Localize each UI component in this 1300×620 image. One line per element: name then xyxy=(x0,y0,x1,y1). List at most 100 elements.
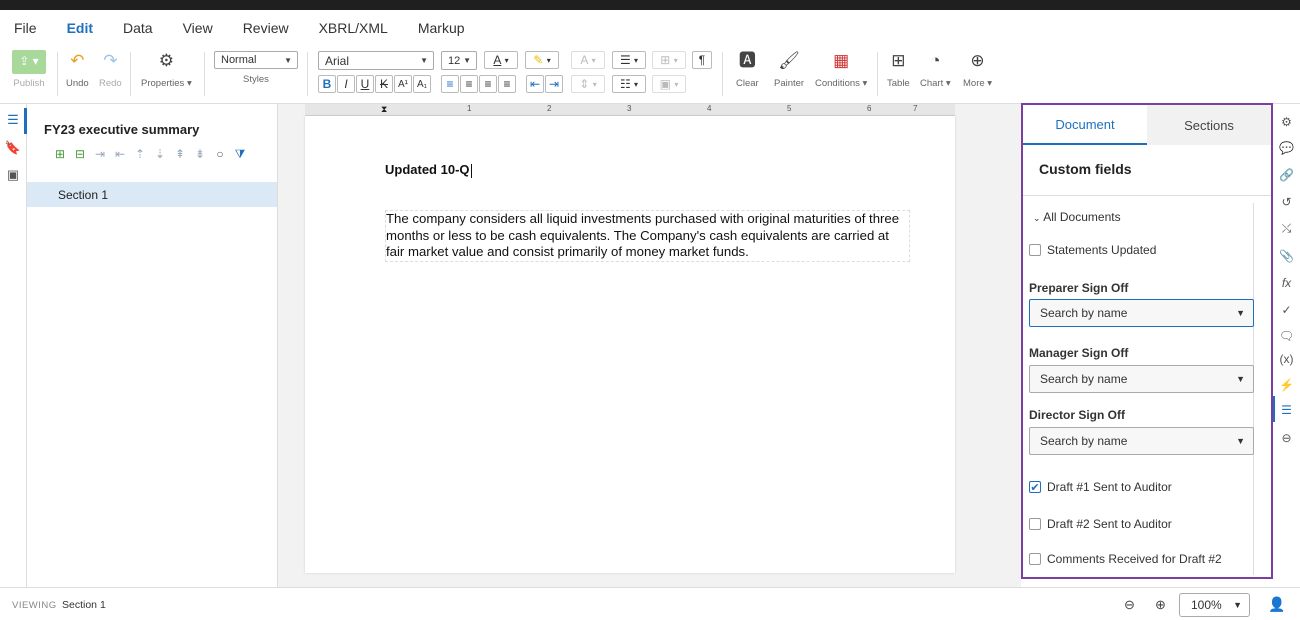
user-icon[interactable]: 👤 xyxy=(1268,596,1285,613)
properties-button[interactable]: ⚙ Properties ▾ xyxy=(141,50,192,89)
redo-icon: ↷ xyxy=(103,51,118,70)
bold-icon: B xyxy=(322,77,332,91)
settings-icon[interactable]: ⚙ xyxy=(1279,114,1294,129)
text-style-button[interactable]: A ▾ xyxy=(571,51,605,69)
indent-marker-icon[interactable]: ⧗ xyxy=(381,104,387,115)
align-center-button[interactable]: ≡ xyxy=(460,75,478,93)
ruler-tick: 2 xyxy=(547,104,552,113)
menu-file[interactable]: File xyxy=(14,20,37,36)
preparer-select[interactable]: Search by name ▼ xyxy=(1029,299,1254,327)
group-all-documents[interactable]: ⌄ All Documents xyxy=(1033,210,1121,224)
menu-data[interactable]: Data xyxy=(123,20,153,36)
link-icon[interactable]: 🔗 xyxy=(1279,167,1294,182)
circle-icon[interactable]: ○ xyxy=(213,147,227,161)
messages-icon[interactable]: 🗨 xyxy=(1279,328,1294,343)
align-left-button[interactable]: ≡ xyxy=(441,75,459,93)
subscript-button[interactable]: A₁ xyxy=(413,75,431,93)
history-icon[interactable]: ↺ xyxy=(1279,194,1294,209)
publish-button[interactable]: ⇪ ▾ Publish xyxy=(12,50,46,89)
bookmark-icon[interactable]: 🔖 xyxy=(5,140,21,156)
image-button[interactable]: ▣ ▾ xyxy=(652,75,686,93)
publish-icon: ⇪ ▾ xyxy=(12,50,46,74)
spacing-button[interactable]: ⇕ ▾ xyxy=(571,75,605,93)
manager-select[interactable]: Search by name ▼ xyxy=(1029,365,1254,393)
comment-icon[interactable]: 💬 xyxy=(1279,140,1294,155)
justify-button[interactable]: ≡ xyxy=(498,75,516,93)
chart-button[interactable]: ◔ Chart ▾ xyxy=(920,50,951,89)
font-select[interactable]: Arial ▼ xyxy=(318,51,434,70)
strikethrough-button[interactable]: K xyxy=(375,75,393,93)
draft2-row[interactable]: Draft #2 Sent to Auditor xyxy=(1029,517,1172,531)
font-color-button[interactable]: A ▾ xyxy=(484,51,518,69)
outdent-section-icon[interactable]: ⇤ xyxy=(113,147,127,161)
pilcrow-button[interactable]: ¶ xyxy=(692,51,712,69)
undo-button[interactable]: ↶ Undo xyxy=(66,50,89,89)
zoom-out-icon[interactable]: ⊖ xyxy=(1124,597,1135,613)
comments-row[interactable]: Comments Received for Draft #2 xyxy=(1029,552,1222,566)
style-select[interactable]: Normal ▼ xyxy=(214,51,298,69)
table-button[interactable]: ⊞ Table xyxy=(887,50,910,89)
font-size-select[interactable]: 12 ▼ xyxy=(441,51,477,70)
add-section-icon[interactable]: ⊞ xyxy=(53,147,67,161)
bullet-list-button[interactable]: ☰ ▾ xyxy=(612,51,646,69)
comment-heart-icon[interactable]: ▣ xyxy=(5,167,21,183)
indent-button[interactable]: ⇥ xyxy=(545,75,563,93)
draft2-checkbox[interactable] xyxy=(1029,518,1041,530)
zoom-in-icon[interactable]: ⊕ xyxy=(1155,597,1166,613)
draft1-checkbox[interactable]: ✔ xyxy=(1029,481,1041,494)
outdent-button[interactable]: ⇤ xyxy=(526,75,544,93)
filter-icon[interactable]: ⧩ xyxy=(233,147,247,161)
painter-button[interactable]: 🖌 Painter xyxy=(774,50,804,89)
comments-checkbox[interactable] xyxy=(1029,553,1041,565)
attachment-icon[interactable]: 📎 xyxy=(1279,248,1294,263)
clear-button[interactable]: 🅰 Clear xyxy=(736,50,759,89)
page-paragraph[interactable]: The company considers all liquid investm… xyxy=(385,210,910,262)
menu-edit[interactable]: Edit xyxy=(67,20,93,36)
outline-section-item[interactable]: Section 1 xyxy=(27,182,277,207)
superscript-button[interactable]: A¹ xyxy=(394,75,412,93)
statements-updated-row[interactable]: Statements Updated xyxy=(1029,243,1156,257)
tab-sections[interactable]: Sections xyxy=(1147,105,1271,145)
zoom-select[interactable]: 100% ▼ xyxy=(1179,593,1250,617)
variable-icon[interactable]: (x) xyxy=(1279,351,1294,366)
page-heading[interactable]: Updated 10-Q xyxy=(385,162,472,178)
document-page[interactable]: Updated 10-Q The company considers all l… xyxy=(305,116,955,573)
collapse-icon[interactable]: ⇞ xyxy=(173,147,187,161)
add-subsection-icon[interactable]: ⊟ xyxy=(73,147,87,161)
menu-markup[interactable]: Markup xyxy=(418,20,465,36)
separator xyxy=(130,52,131,96)
lightning-icon[interactable]: ⚡ xyxy=(1279,377,1294,392)
more-button[interactable]: ⊕ More ▾ xyxy=(963,50,992,89)
italic-button[interactable]: I xyxy=(337,75,355,93)
statements-updated-checkbox[interactable] xyxy=(1029,244,1041,256)
formula-icon[interactable]: fx xyxy=(1279,275,1294,290)
font-size-value: 12 xyxy=(448,54,461,67)
move-up-icon[interactable]: ⇡ xyxy=(133,147,147,161)
conditions-button[interactable]: ▦ Conditions ▾ xyxy=(815,50,867,89)
menu-view[interactable]: View xyxy=(183,20,213,36)
numbered-list-button[interactable]: ☷ ▾ xyxy=(612,75,646,93)
borders-button[interactable]: ⊞ ▾ xyxy=(652,51,686,69)
draft1-row[interactable]: ✔ Draft #1 Sent to Auditor xyxy=(1029,480,1172,494)
compare-icon[interactable]: ⤯ xyxy=(1279,221,1294,236)
check-circle-icon[interactable]: ✓ xyxy=(1279,302,1294,317)
ruler[interactable]: 1 2 3 4 5 6 7 ⧗ xyxy=(305,104,955,116)
align-right-button[interactable]: ≡ xyxy=(479,75,497,93)
preparer-label: Preparer Sign Off xyxy=(1029,281,1129,295)
menu-xbrl[interactable]: XBRL/XML xyxy=(319,20,388,36)
hidden-content-icon[interactable]: ⊖ xyxy=(1279,430,1294,445)
custom-fields-icon[interactable]: ☰ xyxy=(1279,402,1294,417)
outline-icon[interactable]: ☰ xyxy=(5,112,21,128)
style-value: Normal xyxy=(221,54,257,66)
bold-button[interactable]: B xyxy=(318,75,336,93)
move-down-icon[interactable]: ⇣ xyxy=(153,147,167,161)
redo-button[interactable]: ↷ Redo xyxy=(99,50,122,89)
highlight-button[interactable]: ✎ ▾ xyxy=(525,51,559,69)
tab-document[interactable]: Document xyxy=(1023,105,1147,145)
menu-review[interactable]: Review xyxy=(243,20,289,36)
conditions-icon: ▦ xyxy=(833,51,850,70)
expand-icon[interactable]: ⇟ xyxy=(193,147,207,161)
indent-section-icon[interactable]: ⇥ xyxy=(93,147,107,161)
director-select[interactable]: Search by name ▼ xyxy=(1029,427,1254,455)
underline-button[interactable]: U xyxy=(356,75,374,93)
